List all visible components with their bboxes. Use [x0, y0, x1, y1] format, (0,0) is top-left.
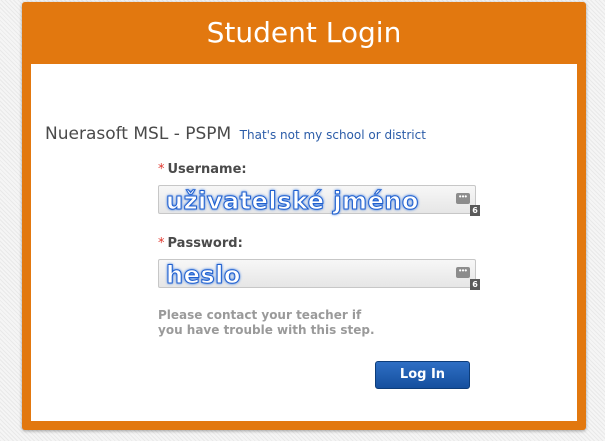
school-row: Nuerasoft MSL - PSPM That's not my schoo… [45, 124, 565, 144]
password-label: * Password: [158, 236, 243, 251]
required-asterisk: * [158, 236, 165, 251]
password-manager-icon[interactable]: ••• [456, 193, 470, 204]
school-name: Nuerasoft MSL - PSPM [45, 124, 232, 144]
page-title: Student Login [206, 16, 402, 49]
username-label-text: Username: [167, 162, 247, 177]
help-text: Please contact your teacher if you have … [158, 308, 398, 338]
password-value: heslo [166, 261, 241, 290]
username-value: uživatelské jméno [166, 187, 419, 216]
password-field[interactable]: heslo ••• 6 [158, 259, 480, 290]
username-label: * Username: [158, 162, 247, 177]
field-count-badge: 6 [470, 205, 480, 216]
help-text-line-2: you have trouble with this step. [158, 323, 375, 337]
login-form: Nuerasoft MSL - PSPM That's not my schoo… [31, 64, 577, 421]
panel-header: Student Login [22, 2, 586, 64]
login-panel: Student Login Nuerasoft MSL - PSPM That'… [22, 2, 586, 430]
password-manager-icon[interactable]: ••• [456, 267, 470, 278]
login-button[interactable]: Log In [375, 361, 470, 389]
password-label-text: Password: [167, 236, 243, 251]
field-count-badge: 6 [470, 279, 480, 290]
help-text-line-1: Please contact your teacher if [158, 308, 362, 322]
required-asterisk: * [158, 162, 165, 177]
username-field[interactable]: uživatelské jméno ••• 6 [158, 185, 480, 216]
change-school-link[interactable]: That's not my school or district [240, 128, 426, 142]
